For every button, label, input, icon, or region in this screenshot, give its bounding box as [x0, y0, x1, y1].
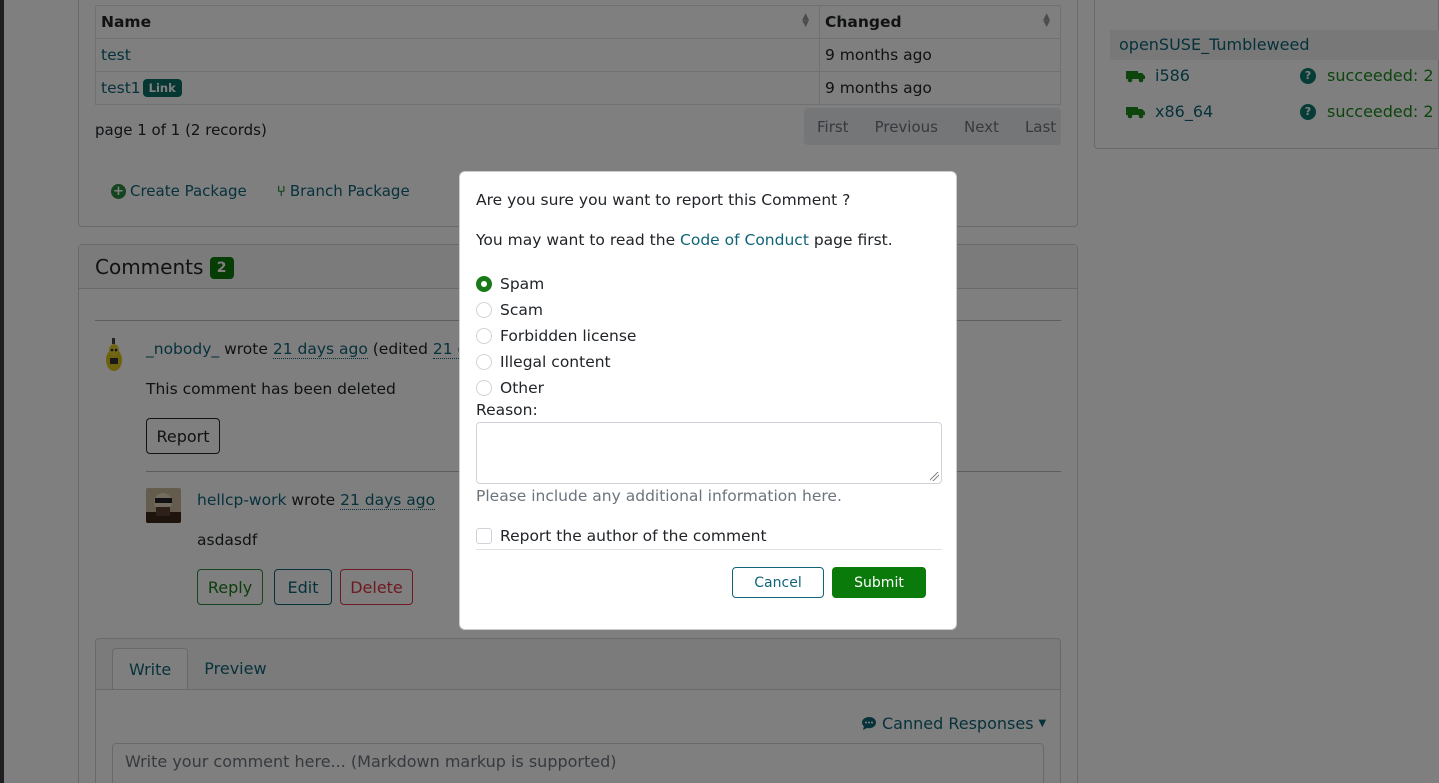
reason-help-text: Please include any additional informatio…: [476, 487, 842, 505]
code-of-conduct-link[interactable]: Code of Conduct: [680, 231, 809, 249]
reason-textarea[interactable]: [476, 422, 942, 484]
radio-button[interactable]: [476, 276, 492, 292]
radio-button[interactable]: [476, 302, 492, 318]
reason-label: Reason:: [476, 401, 538, 419]
cancel-button[interactable]: Cancel: [732, 567, 824, 598]
report-category-group: Spam Scam Forbidden license Illegal cont…: [476, 271, 636, 401]
radio-button[interactable]: [476, 354, 492, 370]
radio-scam[interactable]: Scam: [476, 297, 636, 323]
radio-button[interactable]: [476, 380, 492, 396]
radio-illegal-content[interactable]: Illegal content: [476, 349, 636, 375]
radio-forbidden-license[interactable]: Forbidden license: [476, 323, 636, 349]
radio-other[interactable]: Other: [476, 375, 636, 401]
dialog-question: Are you sure you want to report this Com…: [476, 191, 851, 209]
radio-spam[interactable]: Spam: [476, 271, 636, 297]
divider: [476, 549, 942, 550]
resize-handle-icon[interactable]: [930, 472, 939, 481]
report-dialog: Are you sure you want to report this Com…: [459, 171, 957, 630]
coc-text: You may want to read the Code of Conduct…: [476, 231, 893, 249]
report-author-checkbox[interactable]: Report the author of the comment: [476, 527, 767, 545]
checkbox[interactable]: [476, 528, 492, 544]
radio-button[interactable]: [476, 328, 492, 344]
submit-button[interactable]: Submit: [832, 567, 926, 598]
